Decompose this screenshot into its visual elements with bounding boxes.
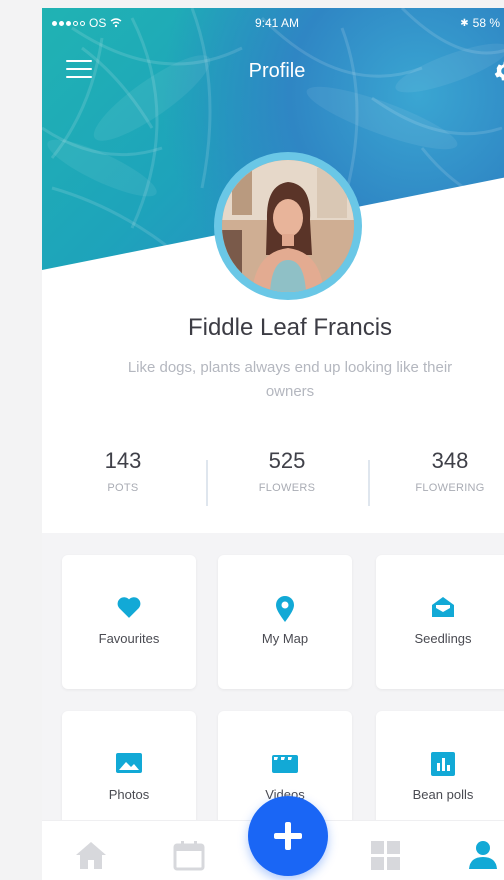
tile-label: Seedlings <box>414 631 472 646</box>
battery-percent: 58 % <box>472 16 500 30</box>
avatar-photo <box>222 160 354 292</box>
stats-row: 143 POTS 525 FLOWERS 348 FLOWERING <box>42 448 504 518</box>
stat-flowering[interactable]: 348 FLOWERING <box>385 448 504 494</box>
tile-label: Bean polls <box>412 787 474 802</box>
avatar-frame <box>214 152 362 300</box>
tiles-grid: Favourites My Map Seedlings Photos Video… <box>42 533 504 845</box>
stat-pots[interactable]: 143 POTS <box>58 448 188 494</box>
tile-my-map[interactable]: My Map <box>218 555 352 689</box>
status-time: 9:41 AM <box>254 16 300 30</box>
tab-home[interactable] <box>74 839 110 873</box>
tab-profile[interactable] <box>466 839 502 873</box>
add-button[interactable] <box>248 796 328 876</box>
avatar[interactable] <box>222 160 354 292</box>
stat-flowers[interactable]: 525 FLOWERS <box>222 448 352 494</box>
tab-grid[interactable] <box>368 839 404 873</box>
stat-divider <box>368 460 370 506</box>
stat-label: FLOWERS <box>258 482 316 494</box>
profile-screen: OS 9:41 AM ✱ 58 % Profile Fiddle Leaf Fr… <box>42 8 504 880</box>
tile-label: Favourites <box>98 631 160 646</box>
gear-icon <box>494 61 504 81</box>
bluetooth-icon: ✱ <box>460 17 469 29</box>
video-icon <box>272 755 298 773</box>
top-bar: Profile <box>42 52 504 92</box>
profile-bio: Like dogs, plants always end up looking … <box>127 359 453 400</box>
stat-value: 348 <box>431 448 469 473</box>
stat-label: POTS <box>107 482 139 494</box>
tile-seedlings[interactable]: Seedlings <box>376 555 504 689</box>
user-icon <box>469 841 497 869</box>
page-title: Profile <box>248 60 306 82</box>
photo-icon <box>116 753 142 773</box>
status-bar: OS 9:41 AM ✱ 58 % <box>42 16 504 34</box>
stat-value: 525 <box>268 448 306 473</box>
home-icon <box>76 842 106 869</box>
tile-label: Photos <box>108 787 150 802</box>
tile-label: My Map <box>261 631 309 646</box>
bar-chart-icon <box>431 752 455 776</box>
heart-icon <box>117 597 141 618</box>
battery-area: ✱ 58 % <box>460 16 504 30</box>
map-pin-icon <box>276 596 294 622</box>
tile-favourites[interactable]: Favourites <box>62 555 196 689</box>
mail-open-icon <box>432 597 454 617</box>
stat-label: FLOWERING <box>415 482 485 494</box>
settings-button[interactable] <box>492 58 504 84</box>
stat-value: 143 <box>104 448 142 473</box>
profile-name: Fiddle Leaf Francis <box>187 314 393 341</box>
calendar-icon <box>173 841 205 871</box>
stat-divider <box>206 460 208 506</box>
grid-icon <box>371 841 400 870</box>
tab-calendar[interactable] <box>172 839 208 873</box>
